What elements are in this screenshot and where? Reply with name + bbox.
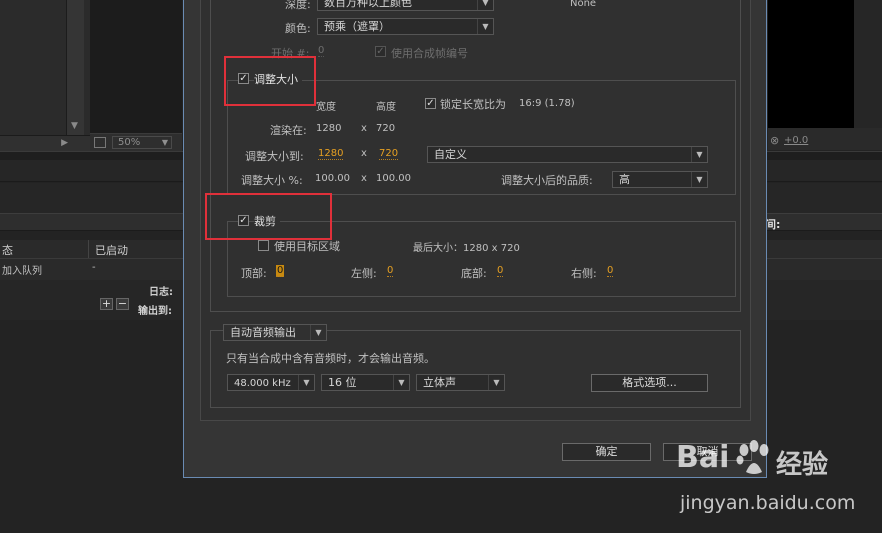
scroll-down-icon[interactable]: ▼ xyxy=(71,121,78,131)
chevron-down-icon: ▼ xyxy=(393,375,409,390)
column-separator xyxy=(88,240,89,258)
zoom-dropdown[interactable]: 50% ▼ xyxy=(112,136,172,149)
viewer-toolbar: 50% ▼ xyxy=(90,133,182,151)
log-label: 日志: xyxy=(149,287,173,298)
project-panel-footer: ▶ xyxy=(0,135,90,151)
channels-dropdown[interactable]: 立体声 ▼ xyxy=(416,374,505,391)
audio-mode-value: 自动音频输出 xyxy=(230,326,296,339)
chevron-down-icon: ▼ xyxy=(161,138,168,147)
output-to-label: 输出到: xyxy=(138,306,172,317)
crop-highlight xyxy=(205,193,332,240)
resize-highlight xyxy=(224,56,316,106)
baidu-jingyan-watermark: Bai 经验 jingyan.baidu.com xyxy=(676,434,882,533)
video-output-group xyxy=(210,0,741,312)
viewer-toolbar-right: ⊗ +0.0 xyxy=(768,128,882,150)
composition-viewer xyxy=(90,0,182,133)
viewer-canvas xyxy=(768,0,854,128)
remove-output-button[interactable]: − xyxy=(116,298,129,310)
elapsed-label: 间: xyxy=(765,218,781,231)
channels-value: 立体声 xyxy=(423,376,456,389)
project-panel-scrollbar[interactable]: ▼ xyxy=(66,0,84,135)
camera-icon[interactable]: ⊗ xyxy=(770,134,779,147)
output-module-controls: + − xyxy=(100,298,129,310)
audio-mode-dropdown[interactable]: 自动音频输出 ▼ xyxy=(223,324,327,341)
monitor-icon[interactable] xyxy=(94,137,106,148)
paw-icon xyxy=(736,440,769,474)
ok-button[interactable]: 确定 xyxy=(562,443,651,461)
zoom-value: 50% xyxy=(118,137,141,148)
started-value: - xyxy=(92,262,96,273)
bit-depth-dropdown[interactable]: 16 位 ▼ xyxy=(321,374,410,391)
bit-depth-value: 16 位 xyxy=(328,376,357,389)
watermark-url: jingyan.baidu.com xyxy=(680,492,856,514)
col-started[interactable]: 已启动 xyxy=(95,242,128,258)
chevron-down-icon: ▼ xyxy=(310,325,326,340)
exposure-value[interactable]: +0.0 xyxy=(784,135,808,146)
sample-rate-value: 48.000 kHz xyxy=(234,378,291,389)
chevron-down-icon: ▼ xyxy=(488,375,504,390)
format-options-button[interactable]: 格式选项... xyxy=(591,374,708,392)
queued-status[interactable]: 加入队列 xyxy=(2,262,42,277)
add-output-button[interactable]: + xyxy=(100,298,113,310)
audio-note: 只有当合成中含有音频时，才会输出音频。 xyxy=(226,352,435,365)
watermark-brand-right: 经验 xyxy=(776,450,829,480)
sample-rate-dropdown[interactable]: 48.000 kHz ▼ xyxy=(227,374,315,391)
scroll-right-icon[interactable]: ▶ xyxy=(61,138,68,148)
audio-group xyxy=(210,330,741,408)
chevron-down-icon: ▼ xyxy=(298,375,314,390)
col-status[interactable]: 态 xyxy=(2,242,13,258)
watermark-brand-left: Bai xyxy=(676,440,730,475)
